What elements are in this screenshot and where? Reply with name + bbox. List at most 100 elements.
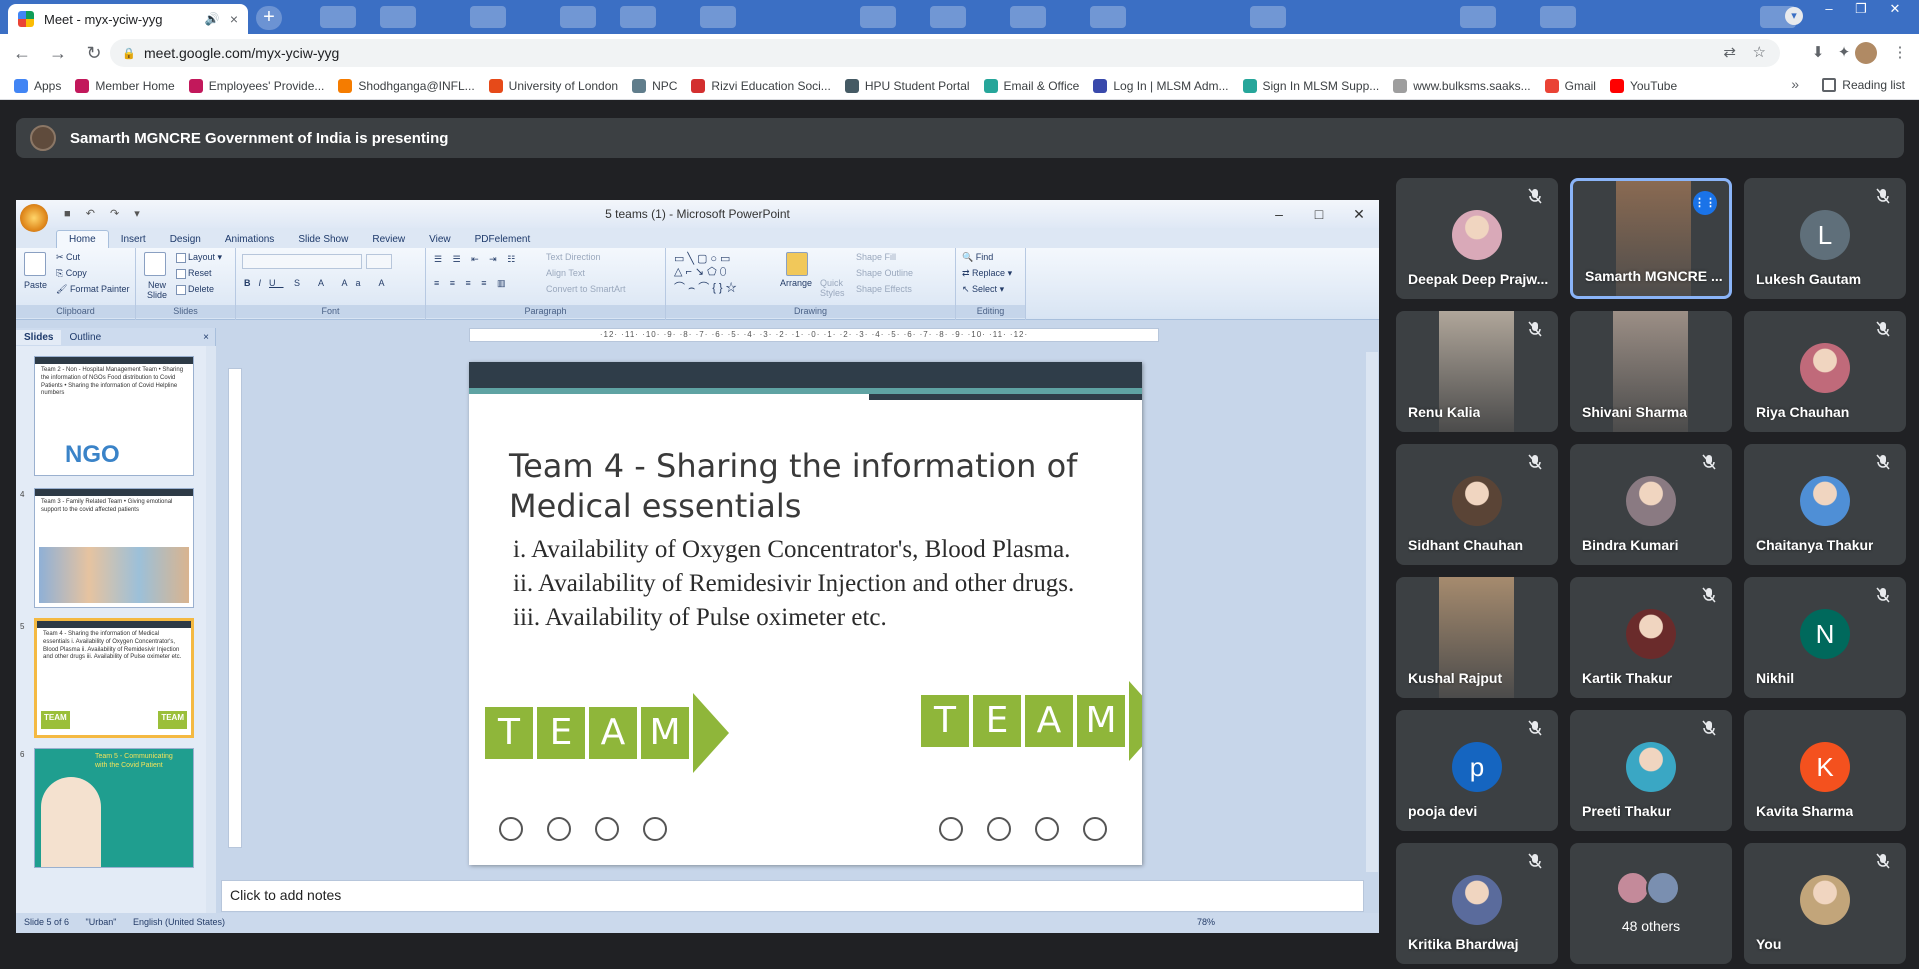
vertical-ruler [228,368,242,848]
site-icon [632,78,647,93]
format-painter-label: 🖌 Format Painter [56,284,130,294]
reading-list-button[interactable]: Reading list [1822,78,1905,92]
participant-tile[interactable]: Renu Kalia [1396,311,1558,432]
quick-access-toolbar: ■ ↶ ↷ ▾ [64,208,146,220]
bookmark-youtube[interactable]: YouTube [1609,78,1677,93]
participant-tile[interactable]: K Kavita Sharma [1744,710,1906,831]
bookmark-bulksms[interactable]: www.bulksms.saaks... [1393,78,1531,93]
participant-tile[interactable]: Kushal Rajput [1396,577,1558,698]
stick-figure-icon [499,817,523,841]
background-window-icon [1250,6,1286,28]
back-icon[interactable]: ← [8,39,36,67]
paragraph-group-label: Paragraph [426,305,665,318]
participant-tile[interactable]: You [1744,843,1906,964]
slide-list-item: ii. Availability of Remidesivir Injectio… [513,570,1075,597]
participant-tile[interactable]: N Nikhil [1744,577,1906,698]
slide-thumbnail-selected: Team 4 - Sharing the information of Medi… [34,618,194,738]
team-sign-right: T E A M [921,681,1142,761]
bookmark-hpu-student-portal[interactable]: HPU Student Portal [844,78,970,93]
site-icon [488,78,503,93]
participant-tile[interactable]: Bindra Kumari [1570,444,1732,565]
bookmark-shodhganga[interactable]: Shodhganga@INFL... [338,78,475,93]
participant-tile[interactable]: p pooja devi [1396,710,1558,831]
gmail-icon [1544,78,1559,93]
slide-header-band [469,362,1142,388]
team-letter: E [973,695,1021,747]
minimize-button[interactable]: – [1815,0,1843,22]
participant-tile[interactable]: Shivani Sharma [1570,311,1732,432]
bookmark-university-of-london[interactable]: University of London [488,78,618,93]
bookmark-mlsm-admin[interactable]: Log In | MLSM Adm... [1093,78,1229,93]
participant-tile[interactable]: Riya Chauhan [1744,311,1906,432]
participant-name: Samarth MGNCRE ... [1585,268,1723,284]
participant-name: Deepak Deep Prajw... [1408,271,1548,287]
youtube-icon [691,78,706,93]
bookmark-employees-provident[interactable]: Employees' Provide... [188,78,324,93]
participant-tile[interactable]: L Lukesh Gautam [1744,178,1906,299]
forward-icon[interactable]: → [44,39,72,67]
chrome-menu-icon[interactable]: ⋮ [1889,42,1911,64]
mic-off-icon [1700,587,1718,605]
apps-grid-icon [14,78,28,93]
close-window-button[interactable]: ✕ [1881,0,1909,22]
bookmark-mlsm-support[interactable]: Sign In MLSM Supp... [1242,78,1379,93]
url-text[interactable]: meet.google.com/myx-yciw-yyg [144,45,339,61]
maximize-button[interactable]: ❐ [1847,0,1875,22]
new-tab-button[interactable]: + [256,6,282,30]
thumbnail-number: 6 [20,750,25,759]
background-window-icon [930,6,966,28]
address-bar[interactable]: 🔒 meet.google.com/myx-yciw-yyg ⇄ ☆ [110,39,1780,67]
bookmark-member-home[interactable]: Member Home [75,78,175,93]
participant-tile[interactable]: Deepak Deep Prajw... [1396,178,1558,299]
participant-avatar [1616,871,1650,905]
lock-icon[interactable]: 🔒 [122,47,136,60]
participant-tile[interactable]: Kartik Thakur [1570,577,1732,698]
participant-tile[interactable]: Chaitanya Thakur [1744,444,1906,565]
tab-close-icon[interactable]: × [230,11,238,27]
more-bookmarks-icon[interactable]: » [1791,76,1799,92]
browser-tab-meet[interactable]: Meet - myx-yciw-yyg 🔊 × [8,4,248,34]
participant-tile[interactable]: ⋮⋮ Samarth MGNCRE ... [1570,178,1732,299]
outline-tab: Outline [69,331,102,343]
stick-figure-icon [939,817,963,841]
slide-list-item: i. Availability of Oxygen Concentrator's… [513,536,1071,563]
participant-name: Kavita Sharma [1756,803,1854,819]
translate-icon[interactable]: ⇄ [1723,43,1736,61]
bookmark-gmail[interactable]: Gmail [1544,78,1596,93]
extension-download-icon[interactable]: ⬇ [1807,42,1829,64]
paste-label: Paste [24,280,48,290]
participant-tile[interactable]: Kritika Bhardwaj [1396,843,1558,964]
bookmark-rizvi-education[interactable]: Rizvi Education Soci... [691,78,831,93]
quick-styles-label: Quick Styles [820,278,845,298]
background-window-icon [1090,6,1126,28]
background-window-icon [620,6,656,28]
reload-icon[interactable]: ↻ [80,39,108,67]
tab-search-icon[interactable]: ▾ [1785,7,1803,25]
team-letter: E [537,707,585,759]
slides-group-label: Slides [136,305,235,318]
bookmark-apps[interactable]: Apps [14,78,61,93]
arrange-label: Arrange [780,278,813,288]
participant-avatar [1452,476,1502,526]
current-slide: Team 4 - Sharing the information of Medi… [469,362,1142,865]
horizontal-ruler: ·12· ·11· ·10· ·9· ·8· ·7· ·6· ·5· ·4· ·… [469,328,1159,342]
site-icon [338,78,353,93]
bookmark-star-icon[interactable]: ☆ [1753,43,1766,61]
copy-label: ⎘ Copy [56,268,87,278]
ribbon-tab-view: View [429,234,451,245]
stick-figure-icon [1035,817,1059,841]
participant-tile[interactable]: Sidhant Chauhan [1396,444,1558,565]
browser-toolbar: ← → ↻ 🔒 meet.google.com/myx-yciw-yyg ⇄ ☆… [0,34,1919,72]
shape-outline-label: Shape Outline [856,268,914,278]
chrome-profile-avatar[interactable] [1855,42,1877,64]
participant-tile[interactable]: Preeti Thakur [1570,710,1732,831]
bookmark-email-office[interactable]: Email & Office [983,78,1079,93]
speaker-icon[interactable]: 🔊 [205,12,220,26]
team-arrow-icon [693,693,729,773]
site-icon [188,78,203,93]
team-letter: T [921,695,969,747]
participant-tile[interactable]: 48 others [1570,843,1732,964]
extensions-puzzle-icon[interactable]: ✦ [1833,42,1855,64]
bookmark-npc[interactable]: NPC [632,78,677,93]
team-letter: M [641,707,689,759]
